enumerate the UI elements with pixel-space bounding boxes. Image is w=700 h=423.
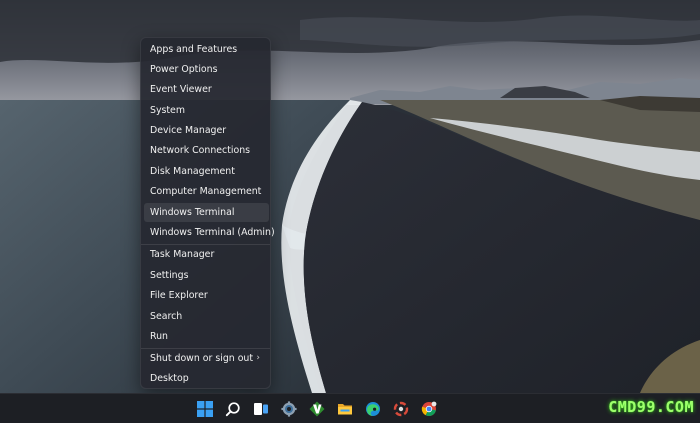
winx-context-menu: Apps and Features Power Options Event Vi… bbox=[140, 37, 275, 389]
menu-item-settings[interactable]: Settings bbox=[144, 266, 269, 285]
menu-item-device-manager[interactable]: Device Manager bbox=[144, 121, 269, 140]
desktop-wallpaper bbox=[0, 0, 700, 393]
menu-item-file-explorer[interactable]: File Explorer bbox=[144, 286, 269, 305]
vim-icon[interactable] bbox=[307, 399, 327, 419]
menu-item-run[interactable]: Run bbox=[144, 327, 269, 346]
menu-item-power-options[interactable]: Power Options bbox=[144, 60, 269, 79]
menu-item-shut-down-or-sign-out[interactable]: Shut down or sign out › bbox=[144, 349, 269, 368]
task-view-icon[interactable] bbox=[251, 399, 271, 419]
menu-item-system[interactable]: System bbox=[144, 101, 269, 120]
taskbar bbox=[0, 393, 700, 423]
chrome-icon[interactable] bbox=[419, 399, 439, 419]
settings-gear-icon[interactable] bbox=[279, 399, 299, 419]
file-explorer-icon[interactable] bbox=[335, 399, 355, 419]
menu-item-computer-management[interactable]: Computer Management bbox=[144, 182, 269, 201]
site-watermark: CMD99.COM bbox=[608, 398, 694, 416]
menu-item-task-manager[interactable]: Task Manager bbox=[144, 245, 269, 264]
windows-start-icon[interactable] bbox=[195, 399, 215, 419]
menu-item-apps-and-features[interactable]: Apps and Features bbox=[144, 40, 269, 59]
menu-item-disk-management[interactable]: Disk Management bbox=[144, 162, 269, 181]
media-app-icon[interactable] bbox=[391, 399, 411, 419]
menu-item-desktop[interactable]: Desktop bbox=[144, 369, 269, 388]
chevron-right-icon: › bbox=[256, 353, 260, 363]
edge-browser-icon[interactable] bbox=[363, 399, 383, 419]
menu-item-label: Shut down or sign out bbox=[150, 353, 254, 364]
menu-item-event-viewer[interactable]: Event Viewer bbox=[144, 80, 269, 99]
menu-item-windows-terminal-admin[interactable]: Windows Terminal (Admin) bbox=[144, 223, 275, 242]
menu-item-network-connections[interactable]: Network Connections bbox=[144, 141, 269, 160]
menu-item-search[interactable]: Search bbox=[144, 307, 269, 326]
search-icon[interactable] bbox=[223, 399, 243, 419]
menu-item-windows-terminal[interactable]: Windows Terminal bbox=[144, 203, 269, 222]
